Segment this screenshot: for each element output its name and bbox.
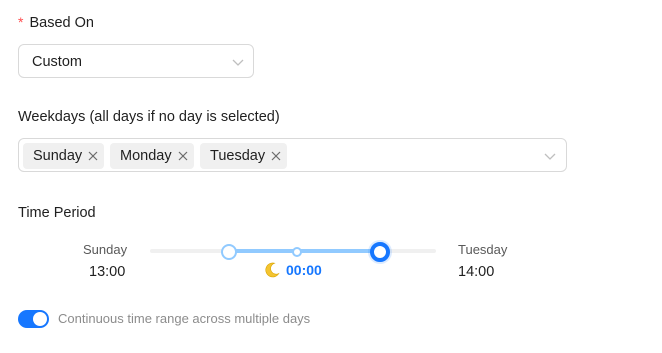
end-day-label: Tuesday bbox=[458, 242, 508, 257]
toggle-knob bbox=[33, 312, 47, 326]
time-slider-start-handle[interactable] bbox=[221, 244, 237, 260]
close-icon[interactable] bbox=[176, 149, 190, 163]
time-slider-end-handle[interactable] bbox=[370, 242, 390, 262]
continuous-range-label: Continuous time range across multiple da… bbox=[58, 311, 311, 326]
chevron-down-icon bbox=[544, 153, 556, 160]
based-on-label-text: Based On bbox=[29, 15, 94, 31]
close-icon[interactable] bbox=[86, 149, 100, 163]
weekday-tag-tuesday: Tuesday bbox=[200, 143, 288, 169]
midpoint-time: 00:00 bbox=[286, 262, 322, 278]
based-on-label: * Based On bbox=[18, 12, 94, 33]
weekday-tag-monday: Monday bbox=[110, 143, 194, 169]
required-mark: * bbox=[18, 14, 24, 30]
weekday-tag-label: Sunday bbox=[33, 148, 83, 164]
close-icon[interactable] bbox=[269, 149, 283, 163]
based-on-select[interactable]: Custom bbox=[18, 44, 254, 78]
end-time-label: 14:00 bbox=[458, 264, 495, 280]
weekday-tag-sunday: Sunday bbox=[23, 143, 105, 169]
continuous-range-toggle[interactable] bbox=[18, 310, 49, 328]
start-time-label: 13:00 bbox=[89, 264, 126, 280]
based-on-selected-value: Custom bbox=[32, 54, 82, 70]
weekday-tag-label: Monday bbox=[120, 148, 172, 164]
weekday-tag-label: Tuesday bbox=[210, 148, 266, 164]
midpoint-marker: 00:00 bbox=[263, 261, 322, 279]
weekdays-label: Weekdays (all days if no day is selected… bbox=[18, 109, 280, 125]
weekdays-select[interactable]: Sunday Monday Tuesday bbox=[18, 138, 567, 172]
start-day-label: Sunday bbox=[83, 242, 128, 257]
chevron-down-icon bbox=[232, 59, 244, 66]
time-slider-midpoint-handle[interactable] bbox=[292, 247, 302, 257]
moon-icon bbox=[265, 262, 280, 278]
time-slider-track bbox=[229, 249, 380, 253]
schedule-form: * Based On Custom Weekdays (all days if n… bbox=[0, 0, 662, 353]
time-period-label: Time Period bbox=[18, 205, 96, 221]
